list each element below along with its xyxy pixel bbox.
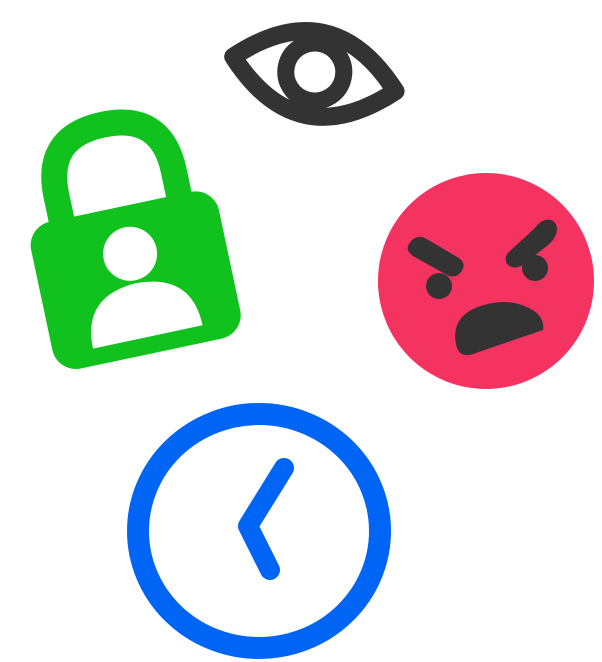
lock-with-user-icon (10, 104, 246, 374)
eye-icon (220, 8, 410, 134)
left-eye (426, 273, 452, 299)
icon-collage (0, 0, 602, 662)
clock-hands (238, 458, 294, 580)
clock-icon (124, 400, 394, 662)
face-circle (378, 173, 594, 389)
angry-face-icon (375, 170, 597, 392)
right-eye (522, 255, 548, 281)
eye-outline (224, 22, 405, 126)
eye-iris (277, 34, 353, 110)
